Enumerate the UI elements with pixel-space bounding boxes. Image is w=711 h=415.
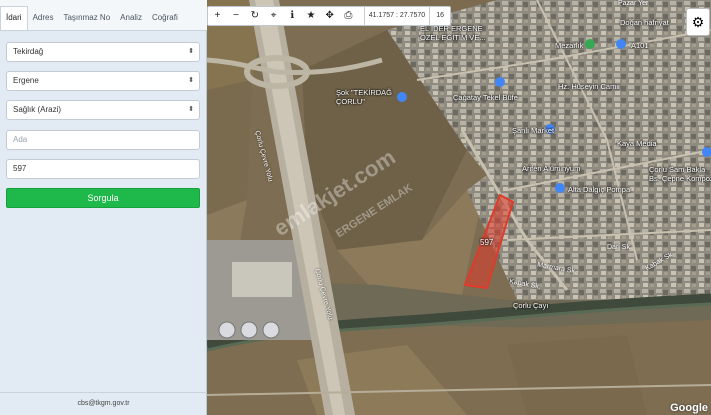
map-toolbar: + − ↻ ⌖ ℹ ★ ✥ ⎙ 41.1757 : 27.7570 16 (207, 6, 451, 26)
ilce-select[interactable]: Ergene ⬍ (6, 71, 200, 91)
star-icon[interactable]: ★ (302, 7, 321, 25)
contact-email[interactable]: cbs@tkgm.gov.tr (0, 392, 207, 415)
plus-icon[interactable]: + (208, 7, 227, 25)
query-panel: İdari Adres Taşınmaz No Analiz Coğrafi T… (0, 0, 207, 415)
label-sok: Şok "TEKİRDAĞ ÇORLU" (336, 88, 393, 106)
tab-tasinmaz-no[interactable]: Taşınmaz No (58, 13, 115, 30)
label-a101: A101 (631, 41, 649, 50)
minus-icon[interactable]: − (227, 7, 246, 25)
mahalle-select[interactable]: Sağlık (Arazi) ⬍ (6, 100, 200, 120)
parcel-597-label: 597 (480, 238, 494, 247)
label-sam: Çorlu Sam Bakla Bs. Çepne Kompozi (649, 165, 711, 183)
tab-analiz[interactable]: Analiz (115, 13, 147, 30)
gear-icon[interactable]: ⚙ (686, 8, 710, 36)
label-camii: Hz. Hüseyin Camii (558, 82, 620, 91)
label-arifen: Arifen Alüminyum (522, 164, 581, 173)
query-button[interactable]: Sorgula (6, 188, 200, 208)
info-icon[interactable]: ℹ (283, 7, 302, 25)
mahalle-select-value: Sağlık (Arazi) (13, 105, 62, 114)
ada-input[interactable]: Ada (6, 130, 200, 150)
tab-bar: İdari Adres Taşınmaz No Analiz Coğrafi (0, 0, 207, 31)
label-pazar: Pazar Yer (618, 0, 649, 7)
label-dari: Dari Sk. (607, 244, 632, 251)
label-kaya: Kaya Media (617, 139, 657, 148)
tab-cografi[interactable]: Coğrafi (147, 13, 183, 30)
label-dogan: Doğan hafriyat (620, 18, 669, 27)
satellite-map[interactable] (207, 0, 711, 415)
coordinate-readout: 41.1757 : 27.7570 (363, 7, 431, 25)
refresh-icon[interactable]: ↻ (245, 7, 264, 25)
label-tekel: Çağatay Tekel Büfe (453, 93, 518, 102)
google-attribution: Google (670, 402, 708, 414)
print-icon[interactable]: ⎙ (339, 7, 358, 25)
move-icon[interactable]: ✥ (320, 7, 339, 25)
crosshair-icon[interactable]: ⌖ (264, 7, 283, 25)
label-alta: Alta Dalgıç Pompa (568, 185, 631, 194)
tab-idari[interactable]: İdari (0, 6, 28, 30)
ilce-select-value: Ergene (13, 76, 39, 85)
label-school: EL IDER ERGENE ÖZEL EĞİTİM VE... (420, 24, 486, 42)
satellite-imagery (207, 0, 711, 415)
label-mezarlik: Mezarlık (555, 41, 584, 50)
select-arrows-icon: ⬍ (188, 48, 194, 55)
select-arrows-icon: ⬍ (188, 106, 194, 113)
parsel-input[interactable]: 597 (6, 159, 200, 179)
label-cayi: Çorlu Çayı (513, 301, 549, 310)
tab-adres[interactable]: Adres (28, 13, 59, 30)
label-sanli: Şanlı Market (512, 126, 555, 135)
zoom-level: 16 (436, 12, 444, 19)
il-select-value: Tekirdağ (13, 47, 44, 56)
il-select[interactable]: Tekirdağ ⬍ (6, 42, 200, 62)
select-arrows-icon: ⬍ (188, 77, 194, 84)
